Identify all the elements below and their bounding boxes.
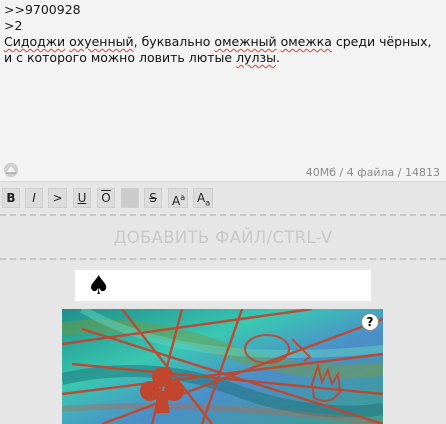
captcha-image[interactable]: ? [62,309,383,424]
superscript-base: A [172,194,181,208]
spell-word: омежный [214,34,277,49]
text-fragment: . [275,50,280,65]
subscript-base: A [197,191,206,205]
superscript-mark: a [180,193,186,202]
subscript-button[interactable]: Aa [193,188,213,208]
help-icon[interactable]: ? [361,313,379,331]
file-limits-info: 40Мб / 4 файла / 14813 [305,166,440,179]
overline-button[interactable]: O [97,188,115,208]
quote-button[interactable]: > [48,188,67,208]
spell-word: Сидоджи [4,34,66,49]
spell-word: охуенный [69,34,134,49]
spell-word: лулзы [236,50,276,65]
greentext-line: >2 [4,18,23,33]
file-dropzone[interactable]: ДОБАВИТЬ ФАЙЛ/CTRL-V [0,214,446,260]
dropzone-label: ДОБАВИТЬ ФАЙЛ/CTRL-V [113,228,333,247]
strike-button[interactable]: S [144,188,162,208]
superscript-button[interactable]: Aa [168,188,188,208]
spoiler-button[interactable] [121,188,139,208]
resize-icon[interactable] [3,162,19,178]
underline-button[interactable]: U [73,188,91,208]
spade-icon: ♠ [87,271,111,301]
captcha-picture [62,309,383,424]
captcha-prompt: ♠ [74,269,372,302]
markup-toolbar: B I > U O S Aa Aa [0,186,446,210]
spell-word: омежка [280,34,332,49]
text-fragment: , буквально [133,34,215,49]
bold-button[interactable]: B [2,188,20,208]
italic-button[interactable]: I [25,188,43,208]
reply-textarea[interactable]: >>9700928 >2 Сидоджи охуенный, буквально… [0,0,446,182]
subscript-mark: a [205,198,211,208]
reply-link: >>9700928 [4,2,81,17]
reply-text: >>9700928 >2 Сидоджи охуенный, буквально… [4,2,440,66]
